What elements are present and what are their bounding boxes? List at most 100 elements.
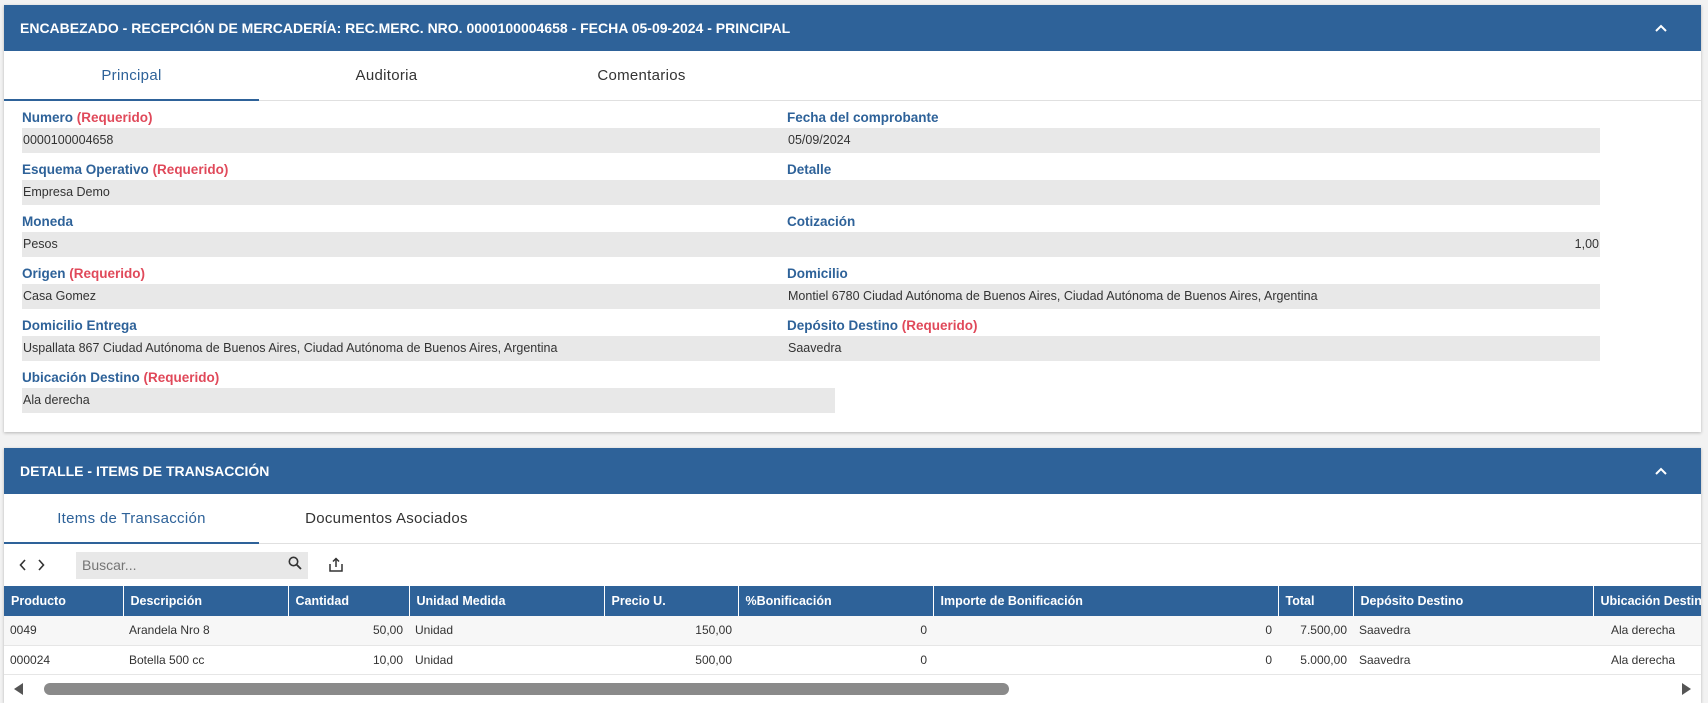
search-input[interactable] — [82, 557, 272, 573]
required-marker: (Requerido) — [76, 110, 153, 125]
field-label: Depósito Destino (Requerido) — [787, 318, 978, 333]
field-fecha: Fecha del comprobante 05/09/2024 — [787, 108, 1600, 153]
table-row[interactable]: 0049 Arandela Nro 8 50,00 Unidad 150,00 … — [4, 616, 1701, 646]
column-header[interactable]: Cantidad — [288, 586, 410, 616]
header-tabs: Principal Auditoria Comentarios — [4, 51, 1701, 101]
tab-comentarios[interactable]: Comentarios — [514, 51, 769, 100]
table-cell: 0 — [933, 616, 1278, 646]
cotizacion-input[interactable]: 1,00 — [787, 232, 1600, 257]
column-header[interactable]: Ubicación Destino — [1593, 586, 1701, 616]
field-label: Fecha del comprobante — [787, 110, 939, 125]
table-cell: 500,00 — [604, 645, 738, 675]
required-marker: (Requerido) — [152, 162, 229, 177]
moneda-input[interactable]: Pesos — [22, 232, 835, 257]
field-label: Cotización — [787, 214, 856, 229]
deposito-destino-input[interactable]: Saavedra — [787, 336, 1600, 361]
domicilio-entrega-input[interactable]: Uspallata 867 Ciudad Autónoma de Buenos … — [22, 336, 835, 361]
scrollbar-thumb[interactable] — [44, 683, 1009, 695]
field-moneda: Moneda Pesos — [22, 212, 835, 257]
table-cell: Arandela Nro 8 — [123, 616, 288, 646]
horizontal-scrollbar[interactable] — [4, 675, 1701, 703]
field-esquema: Esquema Operativo (Requerido) Empresa De… — [22, 160, 835, 205]
table-cell: Ala derecha — [1593, 645, 1701, 675]
tab-items-transaccion[interactable]: Items de Transacción — [4, 494, 259, 544]
detail-panel-title: DETALLE - ITEMS DE TRANSACCIÓN — [20, 463, 270, 479]
field-ubicacion-destino: Ubicación Destino (Requerido) Ala derech… — [22, 368, 835, 413]
table-cell: Ala derecha — [1593, 616, 1701, 646]
column-header[interactable]: Total — [1278, 586, 1354, 616]
column-header[interactable]: Importe de Bonificación — [933, 586, 1279, 616]
search-box — [76, 551, 308, 579]
scrollbar-track[interactable] — [34, 682, 1671, 696]
field-cotizacion: Cotización 1,00 — [787, 212, 1600, 257]
table-cell: 0 — [933, 645, 1278, 675]
items-table: Producto Descripción Cantidad Unidad Med… — [4, 586, 1701, 675]
detail-tabs: Items de Transacción Documentos Asociado… — [4, 494, 1701, 544]
column-header[interactable]: Unidad Medida — [409, 586, 605, 616]
column-header[interactable]: Depósito Destino — [1353, 586, 1594, 616]
required-marker: (Requerido) — [901, 318, 978, 333]
scroll-right-icon[interactable] — [1679, 682, 1693, 696]
field-label: Domicilio Entrega — [22, 318, 137, 333]
required-marker: (Requerido) — [143, 370, 220, 385]
table-row[interactable]: 000024 Botella 500 cc 10,00 Unidad 500,0… — [4, 645, 1701, 675]
field-domicilio-entrega: Domicilio Entrega Uspallata 867 Ciudad A… — [22, 316, 835, 361]
table-cell: 10,00 — [288, 645, 409, 675]
detail-panel-bar[interactable]: DETALLE - ITEMS DE TRANSACCIÓN — [4, 448, 1701, 494]
table-cell: Unidad — [409, 645, 604, 675]
header-form: Numero (Requerido) 0000100004658 Fecha d… — [4, 101, 1701, 431]
detalle-input[interactable] — [787, 180, 1600, 205]
field-deposito-destino: Depósito Destino (Requerido) Saavedra — [787, 316, 1600, 361]
field-label: Moneda — [22, 214, 74, 229]
table-cell: Saavedra — [1353, 616, 1593, 646]
field-label: Domicilio — [787, 266, 848, 281]
column-header[interactable]: Precio U. — [604, 586, 739, 616]
table-cell: 0 — [738, 616, 933, 646]
export-icon[interactable] — [326, 555, 346, 575]
column-header[interactable]: Producto — [4, 586, 124, 616]
table-cell: Botella 500 cc — [123, 645, 288, 675]
header-panel-title: ENCABEZADO - RECEPCIÓN DE MERCADERÍA: RE… — [20, 20, 791, 36]
origen-input[interactable]: Casa Gomez — [22, 284, 835, 309]
table-cell: Unidad — [409, 616, 604, 646]
field-detalle: Detalle — [787, 160, 1600, 205]
table-cell: 5.000,00 — [1278, 645, 1353, 675]
ubicacion-destino-input[interactable]: Ala derecha — [22, 388, 835, 413]
header-panel-bar[interactable]: ENCABEZADO - RECEPCIÓN DE MERCADERÍA: RE… — [4, 5, 1701, 51]
table-header-row: Producto Descripción Cantidad Unidad Med… — [4, 586, 1701, 616]
field-label: Ubicación Destino (Requerido) — [22, 370, 220, 385]
chevron-up-icon[interactable] — [1653, 20, 1669, 36]
table-cell: 000024 — [4, 645, 123, 675]
table-cell: 0 — [738, 645, 933, 675]
scroll-left-icon[interactable] — [12, 682, 26, 696]
table-cell: 0049 — [4, 616, 123, 646]
table-cell: 7.500,00 — [1278, 616, 1353, 646]
header-panel: ENCABEZADO - RECEPCIÓN DE MERCADERÍA: RE… — [4, 5, 1701, 432]
field-origen: Origen (Requerido) Casa Gomez — [22, 264, 835, 309]
field-domicilio: Domicilio Montiel 6780 Ciudad Autónoma d… — [787, 264, 1600, 309]
column-header[interactable]: Descripción — [123, 586, 289, 616]
fecha-input[interactable]: 05/09/2024 — [787, 128, 1600, 153]
field-label: Detalle — [787, 162, 832, 177]
chevron-left-icon[interactable] — [14, 556, 32, 574]
field-label: Numero (Requerido) — [22, 110, 153, 125]
table-cell: Saavedra — [1353, 645, 1593, 675]
field-numero: Numero (Requerido) 0000100004658 — [22, 108, 835, 153]
tab-auditoria[interactable]: Auditoria — [259, 51, 514, 100]
required-marker: (Requerido) — [69, 266, 146, 281]
column-header[interactable]: %Bonificación — [738, 586, 934, 616]
detail-panel: DETALLE - ITEMS DE TRANSACCIÓN Items de … — [4, 448, 1701, 703]
chevron-right-icon[interactable] — [32, 556, 50, 574]
domicilio-input[interactable]: Montiel 6780 Ciudad Autónoma de Buenos A… — [787, 284, 1600, 309]
tab-principal[interactable]: Principal — [4, 51, 259, 101]
field-label: Esquema Operativo (Requerido) — [22, 162, 229, 177]
tab-documentos-asociados[interactable]: Documentos Asociados — [259, 494, 514, 543]
chevron-up-icon[interactable] — [1653, 463, 1669, 479]
grid-toolbar — [4, 544, 1701, 586]
table-cell: 50,00 — [288, 616, 409, 646]
search-icon[interactable] — [288, 556, 302, 575]
esquema-input[interactable]: Empresa Demo — [22, 180, 835, 205]
field-label: Origen (Requerido) — [22, 266, 146, 281]
table-cell: 150,00 — [604, 616, 738, 646]
numero-input[interactable]: 0000100004658 — [22, 128, 835, 153]
